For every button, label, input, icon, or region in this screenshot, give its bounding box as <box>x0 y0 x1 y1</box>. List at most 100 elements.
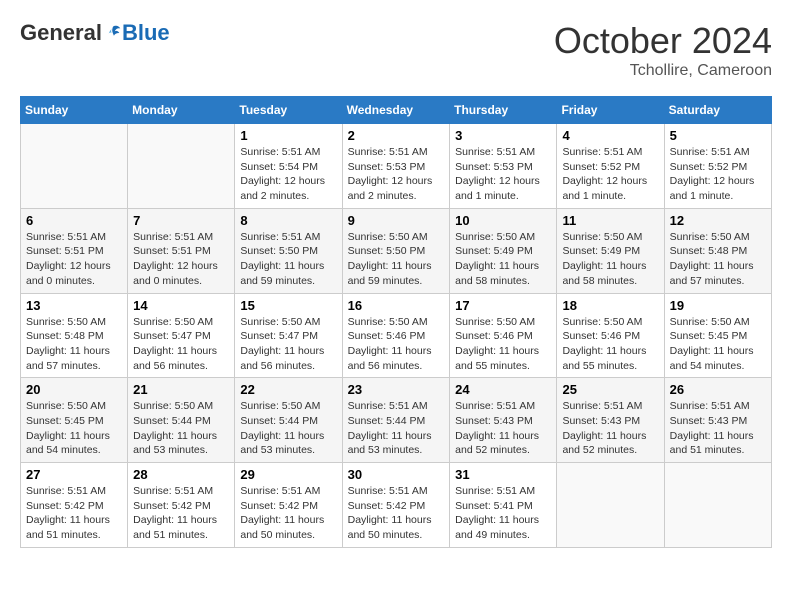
day-number: 30 <box>348 467 445 482</box>
day-info: Sunrise: 5:51 AMSunset: 5:42 PMDaylight:… <box>26 484 122 543</box>
logo-blue-text: Blue <box>122 20 170 46</box>
day-info: Sunrise: 5:51 AMSunset: 5:51 PMDaylight:… <box>26 230 122 289</box>
day-number: 12 <box>670 213 766 228</box>
calendar-week-row: 6Sunrise: 5:51 AMSunset: 5:51 PMDaylight… <box>21 208 772 293</box>
calendar-cell: 18Sunrise: 5:50 AMSunset: 5:46 PMDayligh… <box>557 293 664 378</box>
day-info: Sunrise: 5:51 AMSunset: 5:51 PMDaylight:… <box>133 230 229 289</box>
day-number: 23 <box>348 382 445 397</box>
calendar-cell: 8 Sunrise: 5:51 AMSunset: 5:50 PMDaylight… <box>235 208 342 293</box>
day-number: 1 <box>240 128 336 143</box>
day-info: Sunrise: 5:50 AMSunset: 5:50 PMDaylight:… <box>348 230 445 289</box>
calendar-cell: 5 Sunrise: 5:51 AMSunset: 5:52 PMDaylight… <box>664 124 771 209</box>
day-number: 11 <box>562 213 658 228</box>
calendar-cell: 14Sunrise: 5:50 AMSunset: 5:47 PMDayligh… <box>128 293 235 378</box>
day-number: 8 <box>240 213 336 228</box>
calendar-week-row: 27 Sunrise: 5:51 AMSunset: 5:42 PMDayligh… <box>21 463 772 548</box>
day-number: 13 <box>26 298 122 313</box>
calendar-cell: 12 Sunrise: 5:50 AMSunset: 5:48 PMDayligh… <box>664 208 771 293</box>
location: Tchollire, Cameroon <box>554 62 772 80</box>
calendar-cell <box>128 124 235 209</box>
header-day: Wednesday <box>342 97 450 124</box>
day-info: Sunrise: 5:50 AMSunset: 5:47 PMDaylight:… <box>133 315 229 374</box>
day-info: Sunrise: 5:51 AMSunset: 5:41 PMDaylight:… <box>455 484 551 543</box>
logo-bird-icon <box>104 24 122 42</box>
calendar-cell: 4 Sunrise: 5:51 AMSunset: 5:52 PMDaylight… <box>557 124 664 209</box>
day-number: 22 <box>240 382 336 397</box>
day-number: 25 <box>562 382 658 397</box>
day-number: 28 <box>133 467 229 482</box>
day-info: Sunrise: 5:51 AMSunset: 5:42 PMDaylight:… <box>133 484 229 543</box>
day-info: Sunrise: 5:51 AMSunset: 5:44 PMDaylight:… <box>348 399 445 458</box>
day-info: Sunrise: 5:50 AMSunset: 5:49 PMDaylight:… <box>562 230 658 289</box>
calendar-cell: 7 Sunrise: 5:51 AMSunset: 5:51 PMDaylight… <box>128 208 235 293</box>
day-info: Sunrise: 5:51 AMSunset: 5:42 PMDaylight:… <box>348 484 445 543</box>
calendar-table: SundayMondayTuesdayWednesdayThursdayFrid… <box>20 96 772 548</box>
day-info: Sunrise: 5:50 AMSunset: 5:46 PMDaylight:… <box>455 315 551 374</box>
day-info: Sunrise: 5:51 AMSunset: 5:50 PMDaylight:… <box>240 230 336 289</box>
calendar-cell: 27 Sunrise: 5:51 AMSunset: 5:42 PMDayligh… <box>21 463 128 548</box>
calendar-cell: 1 Sunrise: 5:51 AMSunset: 5:54 PMDaylight… <box>235 124 342 209</box>
calendar-cell <box>21 124 128 209</box>
day-number: 20 <box>26 382 122 397</box>
day-info: Sunrise: 5:50 AMSunset: 5:44 PMDaylight:… <box>133 399 229 458</box>
calendar-cell: 6Sunrise: 5:51 AMSunset: 5:51 PMDaylight… <box>21 208 128 293</box>
day-info: Sunrise: 5:51 AMSunset: 5:43 PMDaylight:… <box>670 399 766 458</box>
day-number: 5 <box>670 128 766 143</box>
day-number: 27 <box>26 467 122 482</box>
day-info: Sunrise: 5:51 AMSunset: 5:54 PMDaylight:… <box>240 145 336 204</box>
calendar-week-row: 13 Sunrise: 5:50 AMSunset: 5:48 PMDayligh… <box>21 293 772 378</box>
day-info: Sunrise: 5:50 AMSunset: 5:47 PMDaylight:… <box>240 315 336 374</box>
day-info: Sunrise: 5:50 AMSunset: 5:44 PMDaylight:… <box>240 399 336 458</box>
calendar-cell: 24 Sunrise: 5:51 AMSunset: 5:43 PMDayligh… <box>450 378 557 463</box>
calendar-cell <box>557 463 664 548</box>
logo-general-text: General <box>20 20 102 46</box>
day-info: Sunrise: 5:50 AMSunset: 5:48 PMDaylight:… <box>26 315 122 374</box>
calendar-cell: 26 Sunrise: 5:51 AMSunset: 5:43 PMDayligh… <box>664 378 771 463</box>
logo: General Blue <box>20 20 170 46</box>
day-number: 10 <box>455 213 551 228</box>
calendar-cell: 31Sunrise: 5:51 AMSunset: 5:41 PMDayligh… <box>450 463 557 548</box>
day-number: 21 <box>133 382 229 397</box>
header-day: Saturday <box>664 97 771 124</box>
day-info: Sunrise: 5:51 AMSunset: 5:43 PMDaylight:… <box>455 399 551 458</box>
day-info: Sunrise: 5:50 AMSunset: 5:45 PMDaylight:… <box>26 399 122 458</box>
day-number: 9 <box>348 213 445 228</box>
day-number: 26 <box>670 382 766 397</box>
day-number: 4 <box>562 128 658 143</box>
day-info: Sunrise: 5:51 AMSunset: 5:53 PMDaylight:… <box>348 145 445 204</box>
calendar-cell: 29Sunrise: 5:51 AMSunset: 5:42 PMDayligh… <box>235 463 342 548</box>
day-number: 16 <box>348 298 445 313</box>
calendar-week-row: 20 Sunrise: 5:50 AMSunset: 5:45 PMDayligh… <box>21 378 772 463</box>
day-number: 24 <box>455 382 551 397</box>
day-info: Sunrise: 5:50 AMSunset: 5:49 PMDaylight:… <box>455 230 551 289</box>
day-info: Sunrise: 5:50 AMSunset: 5:48 PMDaylight:… <box>670 230 766 289</box>
calendar-cell: 10 Sunrise: 5:50 AMSunset: 5:49 PMDayligh… <box>450 208 557 293</box>
day-number: 7 <box>133 213 229 228</box>
day-info: Sunrise: 5:51 AMSunset: 5:53 PMDaylight:… <box>455 145 551 204</box>
calendar-cell: 13 Sunrise: 5:50 AMSunset: 5:48 PMDayligh… <box>21 293 128 378</box>
calendar-cell: 23 Sunrise: 5:51 AMSunset: 5:44 PMDayligh… <box>342 378 450 463</box>
calendar-cell: 15 Sunrise: 5:50 AMSunset: 5:47 PMDayligh… <box>235 293 342 378</box>
day-number: 17 <box>455 298 551 313</box>
header-day: Sunday <box>21 97 128 124</box>
calendar-week-row: 1 Sunrise: 5:51 AMSunset: 5:54 PMDaylight… <box>21 124 772 209</box>
calendar-cell <box>664 463 771 548</box>
calendar-cell: 17 Sunrise: 5:50 AMSunset: 5:46 PMDayligh… <box>450 293 557 378</box>
day-info: Sunrise: 5:51 AMSunset: 5:52 PMDaylight:… <box>562 145 658 204</box>
day-number: 3 <box>455 128 551 143</box>
header-day: Monday <box>128 97 235 124</box>
calendar-cell: 9 Sunrise: 5:50 AMSunset: 5:50 PMDaylight… <box>342 208 450 293</box>
day-info: Sunrise: 5:51 AMSunset: 5:52 PMDaylight:… <box>670 145 766 204</box>
day-info: Sunrise: 5:50 AMSunset: 5:45 PMDaylight:… <box>670 315 766 374</box>
month-title: October 2024 <box>554 20 772 62</box>
calendar-cell: 22 Sunrise: 5:50 AMSunset: 5:44 PMDayligh… <box>235 378 342 463</box>
day-number: 19 <box>670 298 766 313</box>
day-number: 15 <box>240 298 336 313</box>
header-day: Tuesday <box>235 97 342 124</box>
title-block: October 2024 Tchollire, Cameroon <box>554 20 772 80</box>
header-day: Thursday <box>450 97 557 124</box>
day-number: 2 <box>348 128 445 143</box>
header-row: SundayMondayTuesdayWednesdayThursdayFrid… <box>21 97 772 124</box>
day-info: Sunrise: 5:51 AMSunset: 5:43 PMDaylight:… <box>562 399 658 458</box>
day-info: Sunrise: 5:51 AMSunset: 5:42 PMDaylight:… <box>240 484 336 543</box>
